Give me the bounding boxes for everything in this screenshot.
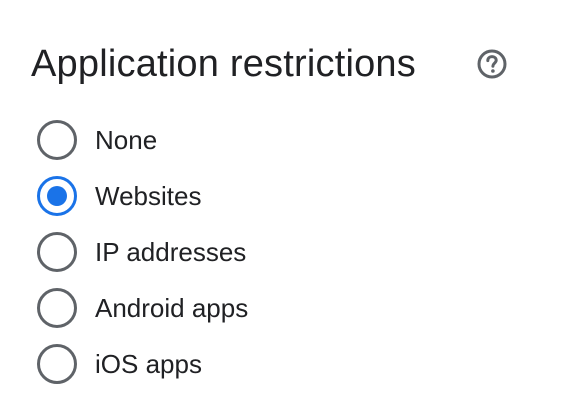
radio-option-android-apps[interactable]: Android apps [37, 280, 248, 336]
radio-option-websites[interactable]: Websites [37, 168, 248, 224]
restriction-radio-group: None Websites IP addresses Android apps … [37, 112, 248, 392]
radio-button[interactable] [37, 344, 77, 384]
radio-option-label: Websites [95, 181, 202, 211]
radio-option-ios-apps[interactable]: iOS apps [37, 336, 248, 392]
radio-selected-dot [47, 186, 67, 206]
radio-option-label: Android apps [95, 293, 249, 323]
radio-button[interactable] [37, 120, 77, 160]
radio-button[interactable] [37, 176, 77, 216]
radio-option-none[interactable]: None [37, 112, 248, 168]
radio-button[interactable] [37, 232, 77, 272]
section-title: Application restrictions [31, 43, 416, 85]
help-icon[interactable] [476, 48, 508, 80]
radio-option-label: iOS apps [95, 349, 202, 379]
radio-option-label: None [95, 125, 158, 155]
radio-button[interactable] [37, 288, 77, 328]
section-header: Application restrictions [31, 40, 416, 88]
radio-option-ip-addresses[interactable]: IP addresses [37, 224, 248, 280]
radio-option-label: IP addresses [95, 237, 247, 267]
